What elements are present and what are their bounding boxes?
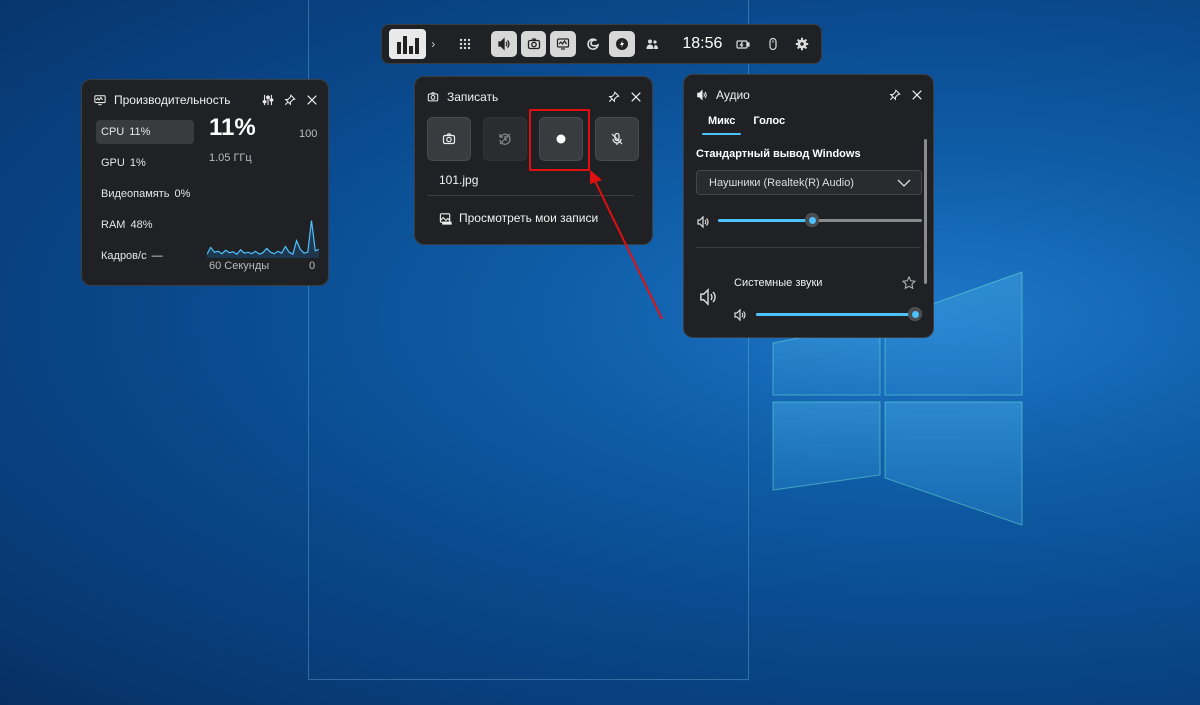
cpu-usage-graph [207,220,319,258]
panel-title: Аудио [716,88,750,102]
performance-metric-list: CPU 11% GPU 1% Видеопамять 0% RAM 48% Кадров… [96,120,194,275]
metric-fps[interactable]: Кадров/с — [96,244,194,268]
pin-icon[interactable] [284,94,296,106]
view-captures-label: Просмотреть мои записи [459,211,599,225]
capture-header: Записать [427,87,642,107]
edge-icon[interactable] [580,31,606,57]
panel-title: Записать [447,90,499,104]
performance-widget: Производительность CPU 11% GPU 1% Видеопам… [81,79,329,286]
metric-gpu[interactable]: GPU 1% [96,151,194,175]
history-icon [499,133,511,145]
clock: 18:56 [682,35,723,52]
metric-cpu[interactable]: CPU 11% [96,120,194,144]
app-name-system-sounds: Системные звуки [734,277,823,289]
slider-thumb[interactable] [805,213,820,227]
performance-icon [94,95,106,106]
view-captures-link[interactable]: Просмотреть мои записи [439,211,598,225]
widget-menu-icon[interactable] [452,31,478,57]
system-sounds-volume-slider[interactable] [756,307,922,321]
panel-title: Производительность [114,93,231,107]
close-icon[interactable] [911,89,923,101]
performance-icon[interactable] [550,31,576,57]
metric-ram[interactable]: RAM 48% [96,213,194,237]
performance-header: Производительность [94,90,318,110]
screenshot-button[interactable] [427,117,471,161]
capture-icon[interactable] [520,31,547,57]
master-volume-slider[interactable] [718,213,922,227]
graph-x-axis-left: 60 Секунды [209,260,270,272]
graph-max-label: 100 [299,128,318,140]
default-output-heading: Стандартный вывод Windows [696,148,861,160]
divider [427,195,634,196]
metric-vram[interactable]: Видеопамять 0% [96,182,194,206]
cpu-graph-line [207,220,319,256]
pin-icon[interactable] [889,89,901,101]
audio-header: Аудио [696,85,923,105]
cpu-frequency: 1.05 ГГц [209,152,252,164]
speaker-icon[interactable] [733,308,747,322]
gallery-icon [439,212,452,225]
settings-gear-icon[interactable] [789,31,815,57]
audio-widget: Аудио Микс Голос Стандартный вывод Windo… [683,74,934,338]
chevron-down-icon [897,179,911,187]
mic-off-icon [611,132,623,145]
game-bar-logo[interactable] [389,29,427,59]
close-icon[interactable] [630,91,642,103]
chevron-right-icon[interactable]: › [426,37,440,51]
audio-icon[interactable] [491,31,517,57]
audio-tabs: Микс Голос [701,115,785,135]
slider-thumb[interactable] [908,307,922,321]
record-last-30s-button[interactable] [483,117,527,161]
speaker-icon [697,89,707,101]
speaker-icon[interactable] [696,215,710,229]
tab-mix[interactable]: Микс [701,115,742,135]
party-icon[interactable] [639,31,665,57]
scrollbar[interactable] [924,139,927,284]
last-capture-filename[interactable]: 101.jpg [439,173,478,187]
graph-x-axis-right: 0 [309,260,316,272]
close-icon[interactable] [306,94,318,106]
divider [696,247,921,248]
system-sounds-icon [700,288,716,306]
output-device-select[interactable]: Наушники (Realtek(R) Audio) [696,170,922,195]
camera-icon [442,133,456,145]
mouse-icon[interactable] [760,31,786,57]
pin-icon[interactable] [608,91,620,103]
favorite-star-icon[interactable] [902,276,916,290]
highlight-box [529,109,590,171]
cpu-usage-value: 11% [209,114,256,141]
xbox-social-icon[interactable] [609,31,636,57]
options-sliders-icon[interactable] [262,94,274,106]
camera-icon [427,92,439,102]
game-bar: › 18:56 [381,24,822,64]
mic-toggle-button[interactable] [595,117,639,161]
battery-icon [730,31,756,57]
tab-voice[interactable]: Голос [753,115,785,135]
